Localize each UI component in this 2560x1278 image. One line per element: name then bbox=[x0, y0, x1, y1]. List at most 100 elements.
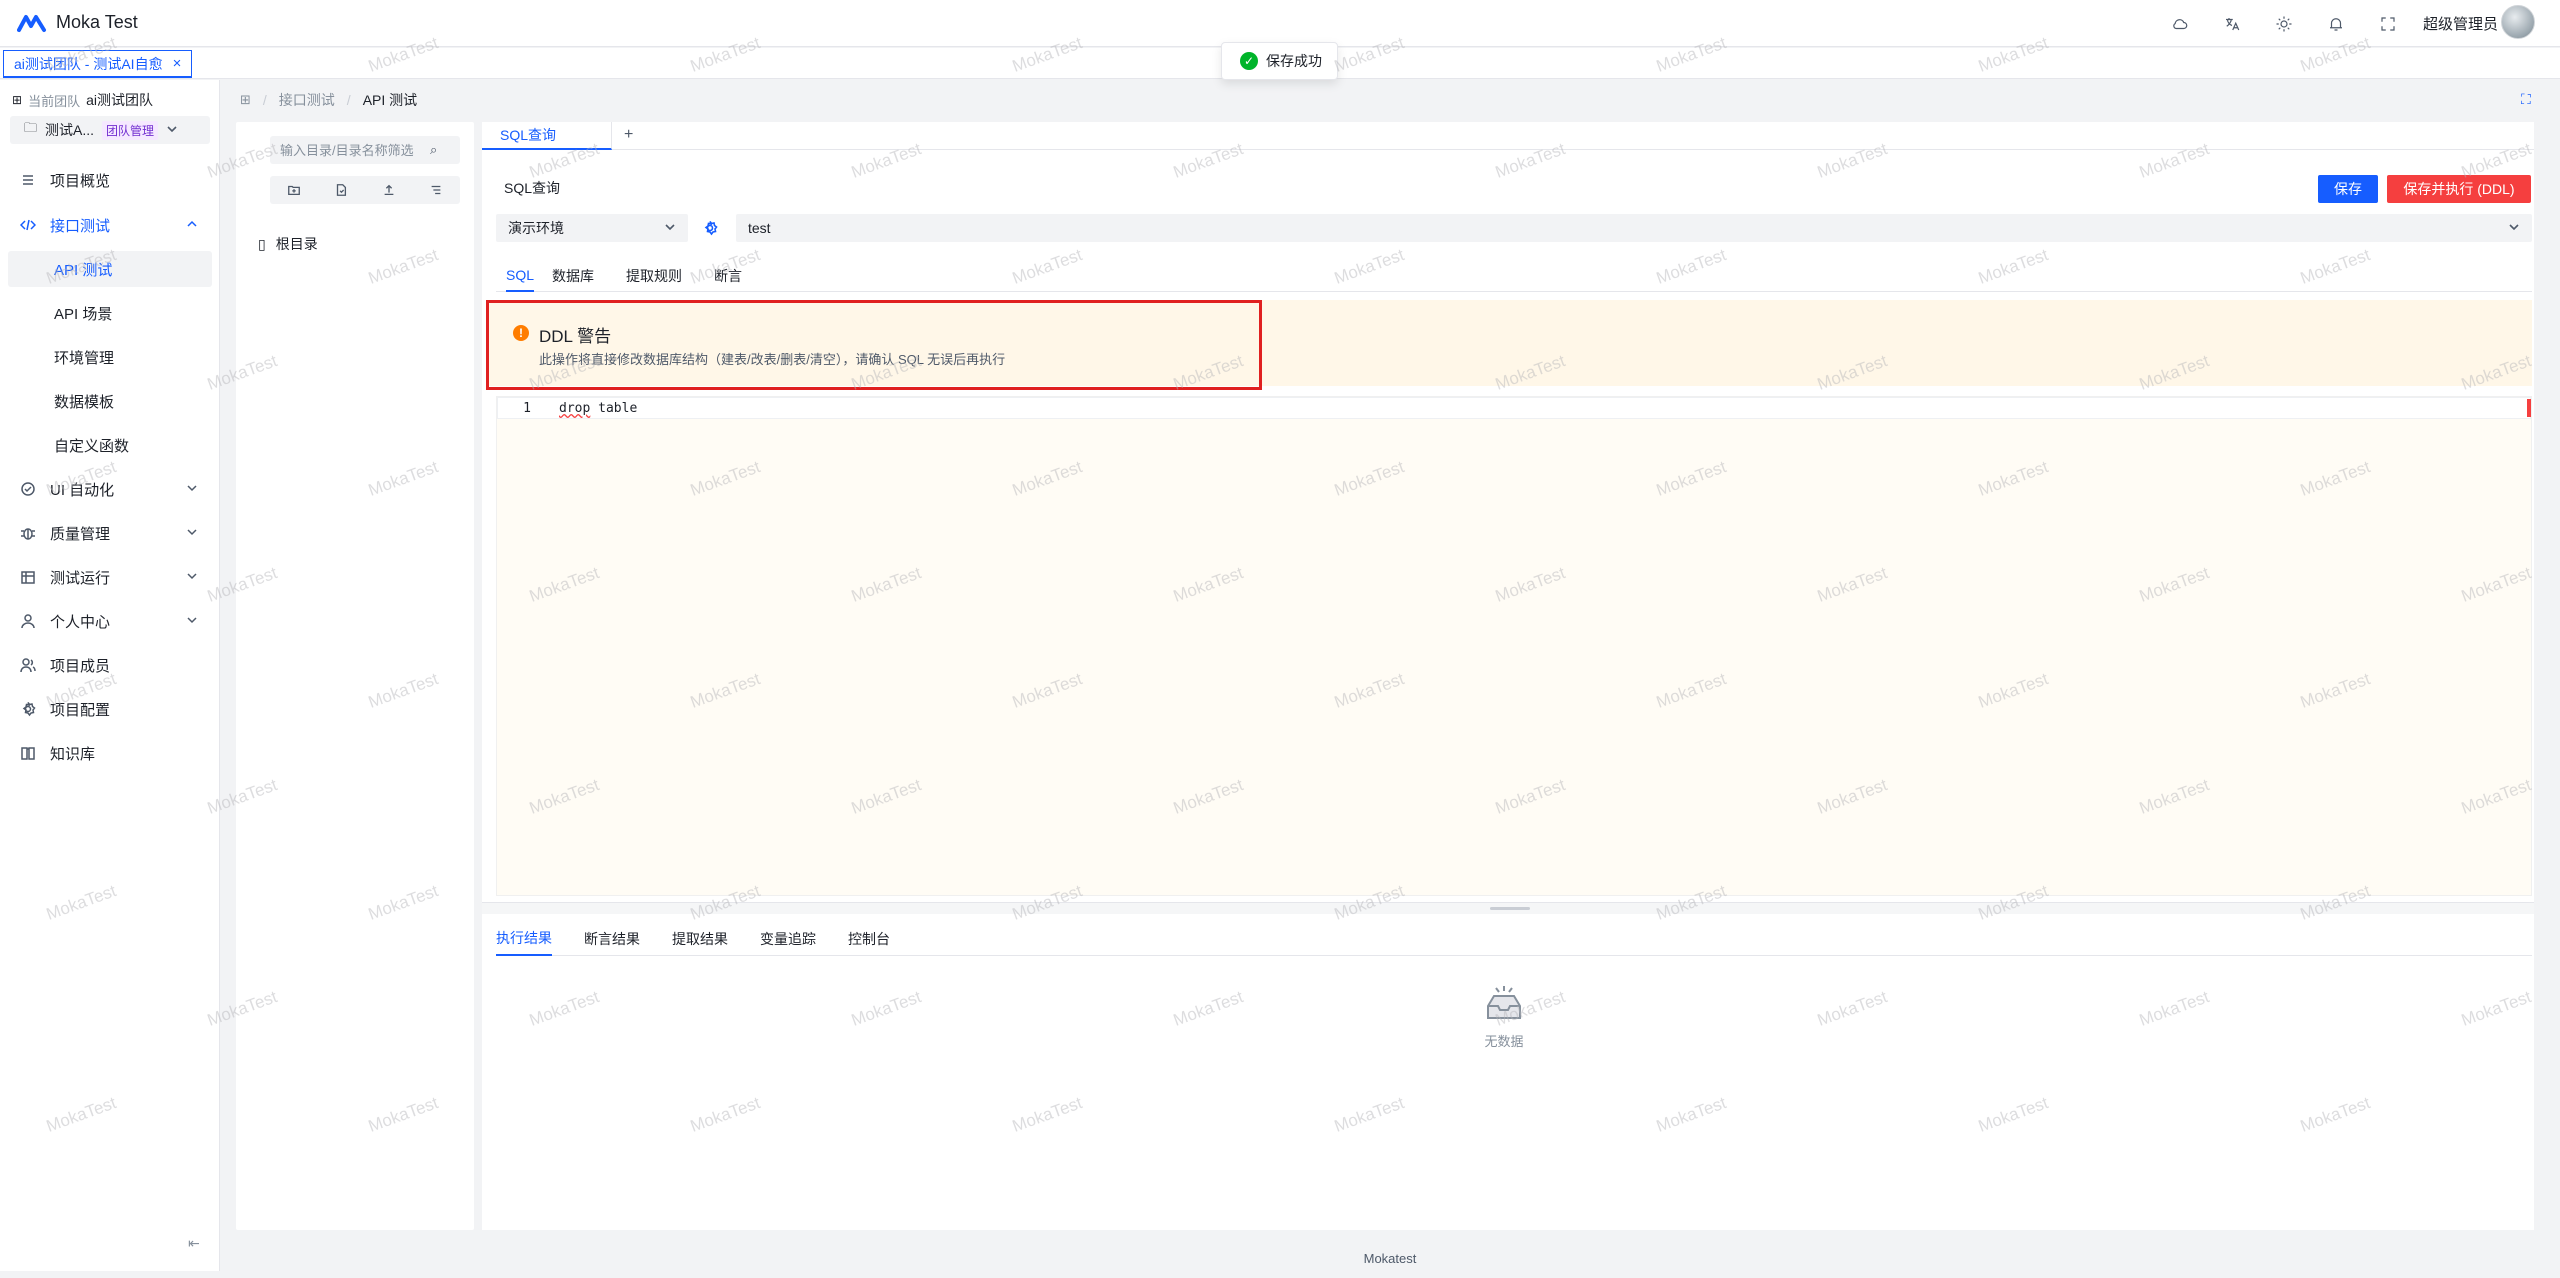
book-icon bbox=[21, 747, 35, 760]
empty-text: 无数据 bbox=[1484, 1034, 1524, 1049]
grid-icon: ⊞ bbox=[12, 93, 23, 107]
tab-assert-result[interactable]: 断言结果 bbox=[584, 922, 640, 956]
menu-item-knowledge[interactable]: 知识库 bbox=[8, 735, 212, 771]
gear-icon[interactable] bbox=[702, 220, 718, 236]
project-select[interactable]: 🗀 测试A... 团队管理 bbox=[10, 116, 210, 144]
breadcrumb: ⊞ / 接口测试 / API 测试 bbox=[240, 90, 417, 110]
upload-icon[interactable] bbox=[381, 182, 397, 198]
menu-label: 项目成员 bbox=[50, 657, 111, 675]
tab-assertion[interactable]: 断言 bbox=[714, 260, 742, 292]
directory-tree-panel: ⌕ ▯ 根目录 bbox=[236, 122, 474, 1230]
grid-icon[interactable]: ⊞ bbox=[240, 92, 251, 108]
menu-item-test-run[interactable]: 测试运行 bbox=[8, 559, 212, 595]
sql-code-editor[interactable]: 1 drop table bbox=[496, 396, 2532, 896]
menu-item-api-scenario[interactable]: API 场景 bbox=[8, 295, 212, 331]
menu-item-personal[interactable]: 个人中心 bbox=[8, 603, 212, 639]
tab-extract-result[interactable]: 提取结果 bbox=[672, 922, 728, 956]
chevron-down-icon bbox=[2508, 220, 2520, 236]
code-keyword: drop bbox=[559, 401, 591, 416]
breadcrumb-separator: / bbox=[346, 92, 351, 108]
menu-item-api-test[interactable]: 接口测试 bbox=[8, 207, 212, 243]
tab-var-trace[interactable]: 变量追踪 bbox=[760, 922, 816, 956]
tab-sql[interactable]: SQL bbox=[506, 260, 535, 292]
tab-extract-rules[interactable]: 提取规则 bbox=[626, 260, 682, 292]
sql-title: SQL查询 bbox=[504, 180, 561, 196]
project-name: 测试A... bbox=[45, 122, 95, 138]
footer: Mokatest bbox=[1363, 1251, 1417, 1266]
environment-value: 演示环境 bbox=[508, 220, 564, 236]
expand-icon[interactable]: ⛶ bbox=[2521, 91, 2531, 108]
sidebar-collapse-icon[interactable]: ⇤ bbox=[188, 1235, 200, 1252]
sort-icon[interactable] bbox=[428, 182, 444, 198]
menu-item-api-testing[interactable]: API 测试 bbox=[8, 251, 212, 287]
avatar[interactable] bbox=[2501, 5, 2535, 39]
menu-label: 测试运行 bbox=[50, 569, 111, 587]
team-manage-tag[interactable]: 团队管理 bbox=[102, 120, 159, 140]
list-icon bbox=[23, 175, 33, 185]
menu-label: 项目概览 bbox=[50, 172, 111, 190]
menu-item-custom-func[interactable]: 自定义函数 bbox=[8, 427, 212, 463]
save-button[interactable]: 保存 bbox=[2318, 175, 2378, 203]
chevron-up-icon bbox=[187, 220, 197, 227]
menu-label: API 场景 bbox=[54, 305, 113, 323]
tree-root-label: 根目录 bbox=[275, 236, 318, 252]
panel-splitter[interactable] bbox=[482, 902, 2534, 914]
menu-item-quality[interactable]: 质量管理 bbox=[8, 515, 212, 551]
menu-label: UI 自动化 bbox=[50, 481, 115, 499]
close-icon[interactable]: × bbox=[173, 55, 182, 72]
warning-text: 此操作将直接修改数据库结构（建表/改表/删表/清空），请确认 SQL 无误后再执… bbox=[539, 352, 1006, 367]
current-line bbox=[497, 397, 2531, 419]
breadcrumb-item[interactable]: 接口测试 bbox=[279, 90, 335, 110]
fullscreen-icon[interactable] bbox=[2376, 12, 2400, 36]
team-name[interactable]: ai测试团队 bbox=[86, 90, 153, 110]
tab-sql-query[interactable]: SQL查询 bbox=[482, 122, 612, 150]
menu-label: 个人中心 bbox=[50, 613, 111, 631]
tab-exec-result[interactable]: 执行结果 bbox=[496, 922, 552, 956]
save-and-execute-button[interactable]: 保存并执行 (DDL) bbox=[2387, 175, 2531, 203]
translate-icon[interactable] bbox=[2220, 12, 2244, 36]
menu-item-data-template[interactable]: 数据模板 bbox=[8, 383, 212, 419]
page-tab-active[interactable]: ai测试团队 - 测试AI自愈 × bbox=[3, 50, 193, 78]
database-select[interactable]: test bbox=[736, 214, 2532, 242]
menu-item-env[interactable]: 环境管理 bbox=[8, 339, 212, 375]
bug-icon bbox=[21, 528, 35, 540]
check-circle-outline-icon bbox=[21, 482, 35, 496]
gear-icon bbox=[22, 702, 36, 717]
folder-icon: 🗀 bbox=[24, 120, 38, 135]
moka-logo-icon bbox=[17, 15, 46, 32]
menu-item-overview[interactable]: 项目概览 bbox=[8, 162, 212, 198]
sidebar: ⊞ 当前团队 ai测试团队 🗀 测试A... 团队管理 项目概览 接口测试 AP… bbox=[0, 80, 220, 1271]
error-scroll-marker bbox=[2527, 399, 2531, 417]
drag-handle[interactable] bbox=[1490, 907, 1530, 910]
success-toast: ✓ 保存成功 bbox=[1221, 42, 1338, 80]
menu-item-ui-auto[interactable]: UI 自动化 bbox=[8, 471, 212, 507]
menu-item-members[interactable]: 项目成员 bbox=[8, 647, 212, 683]
tab-console[interactable]: 控制台 bbox=[848, 922, 890, 956]
chevron-down-icon bbox=[187, 617, 197, 624]
chevron-down-icon bbox=[187, 529, 197, 536]
bell-icon[interactable] bbox=[2324, 12, 2348, 36]
add-file-icon[interactable] bbox=[333, 182, 349, 198]
user-icon bbox=[21, 614, 35, 629]
app-title: Moka Test bbox=[56, 12, 138, 32]
search-icon[interactable]: ⌕ bbox=[430, 142, 437, 158]
theme-sun-icon[interactable] bbox=[2272, 12, 2296, 36]
main-panel: SQL查询 + SQL查询 保存 保存并执行 (DDL) 演示环境 test S… bbox=[482, 122, 2534, 1230]
tab-database[interactable]: 数据库 bbox=[552, 260, 594, 292]
chevron-down-icon bbox=[187, 485, 197, 492]
add-folder-icon[interactable] bbox=[286, 182, 302, 198]
chevron-down-icon bbox=[664, 220, 676, 236]
menu-label: 接口测试 bbox=[50, 217, 111, 235]
directory-search-input[interactable] bbox=[280, 142, 430, 158]
directory-search[interactable]: ⌕ bbox=[270, 136, 460, 164]
code-line[interactable]: drop table bbox=[559, 401, 637, 416]
tree-root-node[interactable]: ▯ 根目录 bbox=[258, 234, 318, 254]
cloud-icon[interactable] bbox=[2168, 12, 2192, 36]
menu-item-project-config[interactable]: 项目配置 bbox=[8, 691, 212, 727]
line-number: 1 bbox=[523, 401, 531, 416]
username[interactable]: 超级管理员 bbox=[2423, 13, 2498, 34]
tree-toolbar bbox=[270, 176, 460, 204]
environment-select[interactable]: 演示环境 bbox=[496, 214, 688, 242]
menu-label: 项目配置 bbox=[50, 701, 111, 719]
add-tab-button[interactable]: + bbox=[624, 126, 633, 144]
